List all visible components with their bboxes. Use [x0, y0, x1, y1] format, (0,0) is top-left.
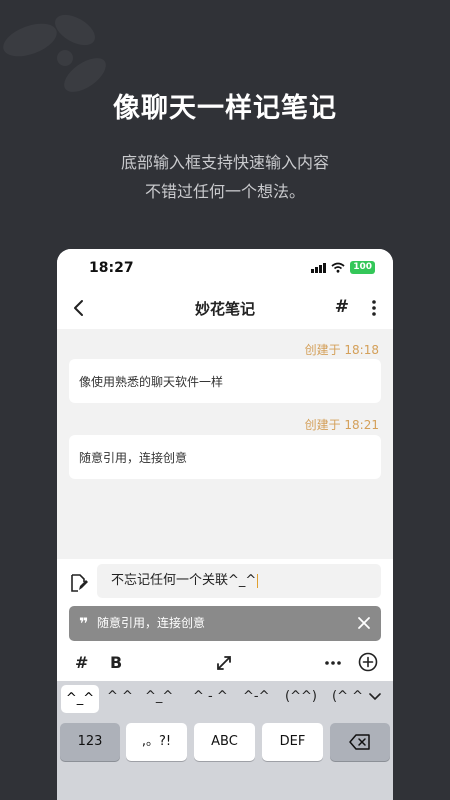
bold-button[interactable]: B — [110, 653, 122, 672]
add-circle-icon[interactable] — [358, 652, 378, 672]
quote-text: 随意引用，连接创意 — [97, 616, 206, 630]
promo-subtitle-line1: 底部输入框支持快速输入内容 — [120, 153, 329, 172]
notes-list: 创建于 18:18 像使用熟悉的聊天软件一样 创建于 18:21 随意引用，连接… — [57, 329, 393, 559]
emoticon-suggestion[interactable]: ^ - ^ — [193, 689, 228, 704]
note-card[interactable]: 像使用熟悉的聊天软件一样 — [69, 359, 381, 403]
emoticon-suggestion[interactable]: ^ ^ — [107, 689, 133, 704]
note-input[interactable]: 不忘记任何一个关联^_^ — [97, 564, 381, 598]
status-bar: 18:27 100 — [57, 249, 393, 287]
status-time: 18:27 — [89, 260, 134, 276]
close-icon[interactable] — [356, 615, 372, 631]
key-abc[interactable]: ABC — [194, 723, 255, 761]
note-created-time: 创建于 18:18 — [304, 343, 379, 357]
note-card[interactable]: 随意引用，连接创意 — [69, 435, 381, 479]
emoticon-suggestion[interactable]: ^_^ — [145, 689, 173, 704]
chevron-down-icon[interactable] — [369, 693, 381, 701]
backspace-icon — [349, 734, 370, 750]
emoticon-suggestion[interactable]: (^^) — [285, 689, 317, 704]
wifi-icon — [331, 262, 345, 273]
expand-icon[interactable] — [216, 655, 232, 671]
note-input-text: 不忘记任何一个关联^_^ — [111, 573, 257, 588]
more-horizontal-icon[interactable] — [325, 660, 341, 666]
formatting-toolbar: # B — [57, 649, 393, 681]
keyboard: ^_^ ^ ^ ^_^ ^ - ^ ^-^ (^^) (^ ^ 123 ,。?!… — [57, 681, 393, 800]
compose-note-icon[interactable] — [69, 573, 89, 593]
promo-subtitle: 底部输入框支持快速输入内容 不错过任何一个想法。 — [0, 148, 450, 206]
tag-hash-icon[interactable]: # — [335, 297, 349, 317]
signal-icon — [311, 262, 327, 273]
key-backspace[interactable] — [330, 723, 390, 761]
status-icons: 100 — [311, 261, 375, 274]
more-options-icon[interactable] — [367, 296, 381, 320]
composer-area: 不忘记任何一个关联^_^ ❞ 随意引用，连接创意 # B — [57, 559, 393, 682]
quote-icon: ❞ — [79, 614, 89, 633]
key-punctuation[interactable]: ,。?! — [126, 723, 187, 761]
phone-screen: 18:27 100 妙花笔记 # 创建于 18:18 像使用熟悉的聊天软件一样 … — [57, 249, 393, 800]
key-def[interactable]: DEF — [262, 723, 323, 761]
emoticon-suggestions: ^_^ ^ ^ ^_^ ^ - ^ ^-^ (^^) (^ ^ — [57, 681, 393, 717]
emoticon-suggestion[interactable]: (^ ^ — [332, 689, 363, 704]
emoticon-suggestion[interactable]: ^_^ — [61, 685, 99, 713]
text-caret — [257, 573, 259, 588]
promo-title: 像聊天一样记笔记 — [113, 93, 337, 124]
navigation-bar: 妙花笔记 # — [57, 287, 393, 329]
emoticon-suggestion[interactable]: ^-^ — [243, 689, 269, 704]
key-123[interactable]: 123 — [60, 723, 120, 761]
battery-indicator: 100 — [350, 261, 375, 274]
promo-subtitle-line2: 不错过任何一个想法。 — [144, 182, 305, 201]
hashtag-button[interactable]: # — [75, 653, 88, 672]
quote-preview: ❞ 随意引用，连接创意 — [69, 606, 381, 641]
note-created-time: 创建于 18:21 — [304, 418, 379, 432]
